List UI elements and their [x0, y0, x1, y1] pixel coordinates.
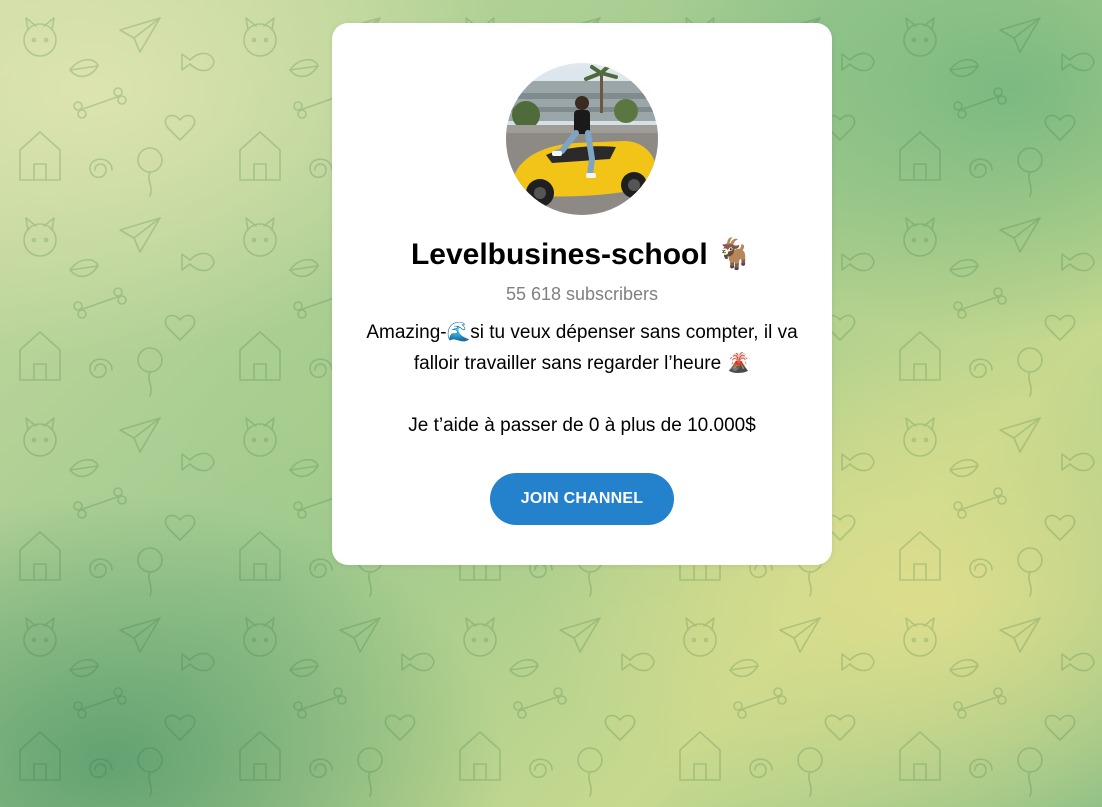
channel-name: Levelbusines-school	[410, 238, 708, 271]
channel-title: Levelbusines-school 🐐	[332, 235, 832, 275]
subscriber-count: 55 618 subscribers	[505, 284, 659, 304]
channel-description: Amazing-🌊si tu veux dépenser sans compte…	[352, 317, 812, 441]
goat-emoji-icon: 🐐	[715, 238, 754, 271]
join-channel-button[interactable]: JOIN CHANNEL	[490, 473, 674, 525]
channel-avatar	[506, 63, 658, 215]
channel-avatar-photo	[506, 63, 658, 215]
description-line-1: Amazing-🌊si tu veux dépenser sans compte…	[366, 322, 798, 343]
channel-card: Levelbusines-school 🐐 55 618 subscribers …	[332, 23, 832, 565]
description-line-3: Je t’aide à passer de 0 à plus de 10.000…	[408, 415, 756, 436]
description-line-2: falloir travailler sans regarder l’heure…	[413, 353, 751, 374]
